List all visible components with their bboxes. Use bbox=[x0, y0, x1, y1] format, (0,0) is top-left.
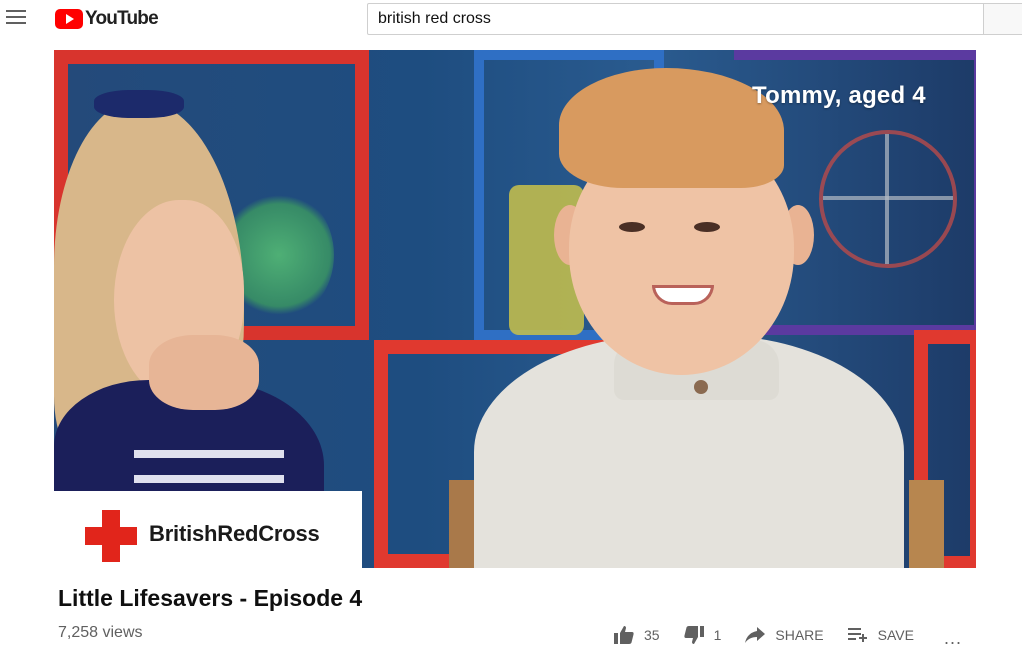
share-icon bbox=[745, 627, 766, 643]
search-input[interactable] bbox=[367, 3, 984, 35]
save-button[interactable]: SAVE bbox=[847, 627, 914, 643]
boy-eye bbox=[619, 222, 645, 232]
red-cross-logo-icon bbox=[85, 510, 137, 562]
boy-eye bbox=[694, 222, 720, 232]
save-playlist-icon bbox=[847, 628, 867, 642]
dress-stripe bbox=[134, 475, 284, 483]
youtube-play-icon bbox=[55, 9, 83, 29]
share-label: SHARE bbox=[775, 627, 824, 643]
thumbs-down-icon bbox=[683, 626, 704, 644]
search-button[interactable] bbox=[984, 3, 1022, 35]
video-actions: 35 1 SHARE SAVE bbox=[614, 624, 938, 646]
like-button[interactable]: 35 bbox=[614, 626, 660, 644]
menu-line bbox=[6, 16, 26, 18]
save-label: SAVE bbox=[877, 627, 914, 643]
share-button[interactable]: SHARE bbox=[745, 627, 824, 643]
menu-line bbox=[6, 10, 26, 12]
menu-line bbox=[6, 22, 26, 24]
background-ferris-wheel bbox=[819, 130, 957, 268]
logo-text: YouTube bbox=[85, 8, 159, 29]
brand-name: BritishRedCross bbox=[149, 521, 320, 546]
brand-card: BritishRedCross bbox=[54, 491, 362, 568]
dislike-button[interactable]: 1 bbox=[683, 626, 722, 644]
dress-stripe bbox=[134, 450, 284, 458]
like-count: 35 bbox=[644, 627, 660, 643]
dislike-count: 1 bbox=[713, 627, 722, 643]
youtube-logo[interactable]: YouTube bbox=[55, 8, 159, 30]
thumbs-up-icon bbox=[614, 626, 634, 644]
girl-hand bbox=[149, 335, 259, 410]
chair bbox=[909, 480, 944, 568]
shirt-button bbox=[694, 380, 708, 394]
video-title: Little Lifesavers - Episode 4 bbox=[58, 585, 363, 611]
video-player[interactable]: Tommy, aged 4 BritishRedCross bbox=[54, 50, 976, 568]
video-caption: Tommy, aged 4 bbox=[752, 82, 926, 109]
menu-icon[interactable] bbox=[6, 10, 26, 26]
view-count: 7,258 views bbox=[58, 624, 143, 641]
girl-hair-bow bbox=[94, 90, 184, 118]
boy-hair bbox=[559, 68, 784, 188]
